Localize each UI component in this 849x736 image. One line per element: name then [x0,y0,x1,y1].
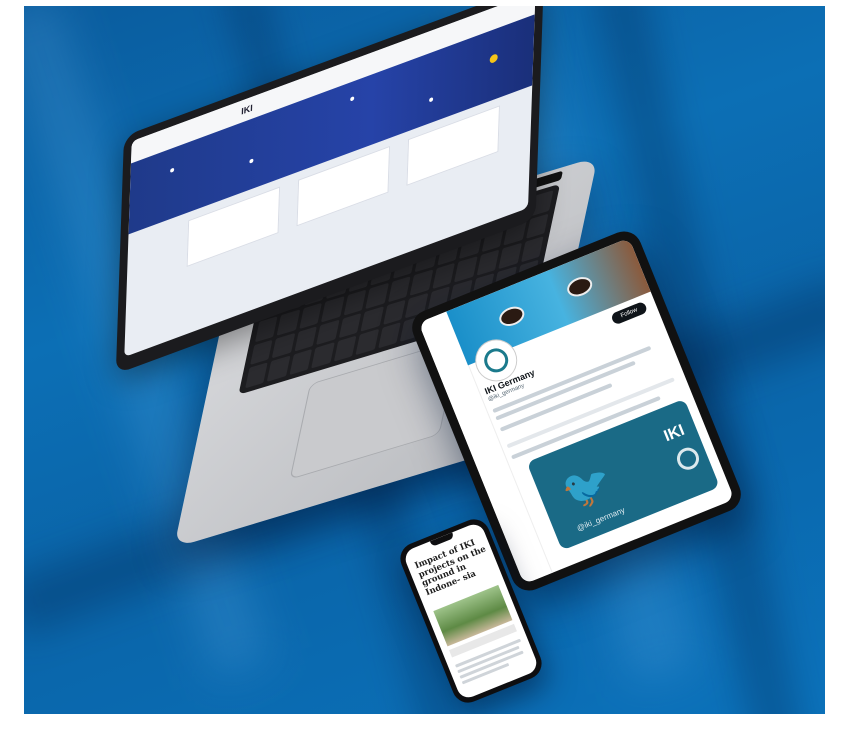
twitter-bird-icon: 🐦 [556,457,619,518]
banner-eye [496,303,528,330]
tweet-image-card[interactable]: 🐦 IKI @iki_germany [526,398,720,551]
banner-eye [564,273,596,300]
site-logo: IKI [241,102,253,117]
device-mockup-scene: IKI Follow IKI Germany @iki_germany 🐦 IK… [24,6,825,714]
phone-notch [429,532,455,547]
iki-ring-icon [673,444,703,474]
iki-logo: IKI [661,421,687,446]
article-headline: Impact of IKI projects on the ground in … [413,537,488,598]
